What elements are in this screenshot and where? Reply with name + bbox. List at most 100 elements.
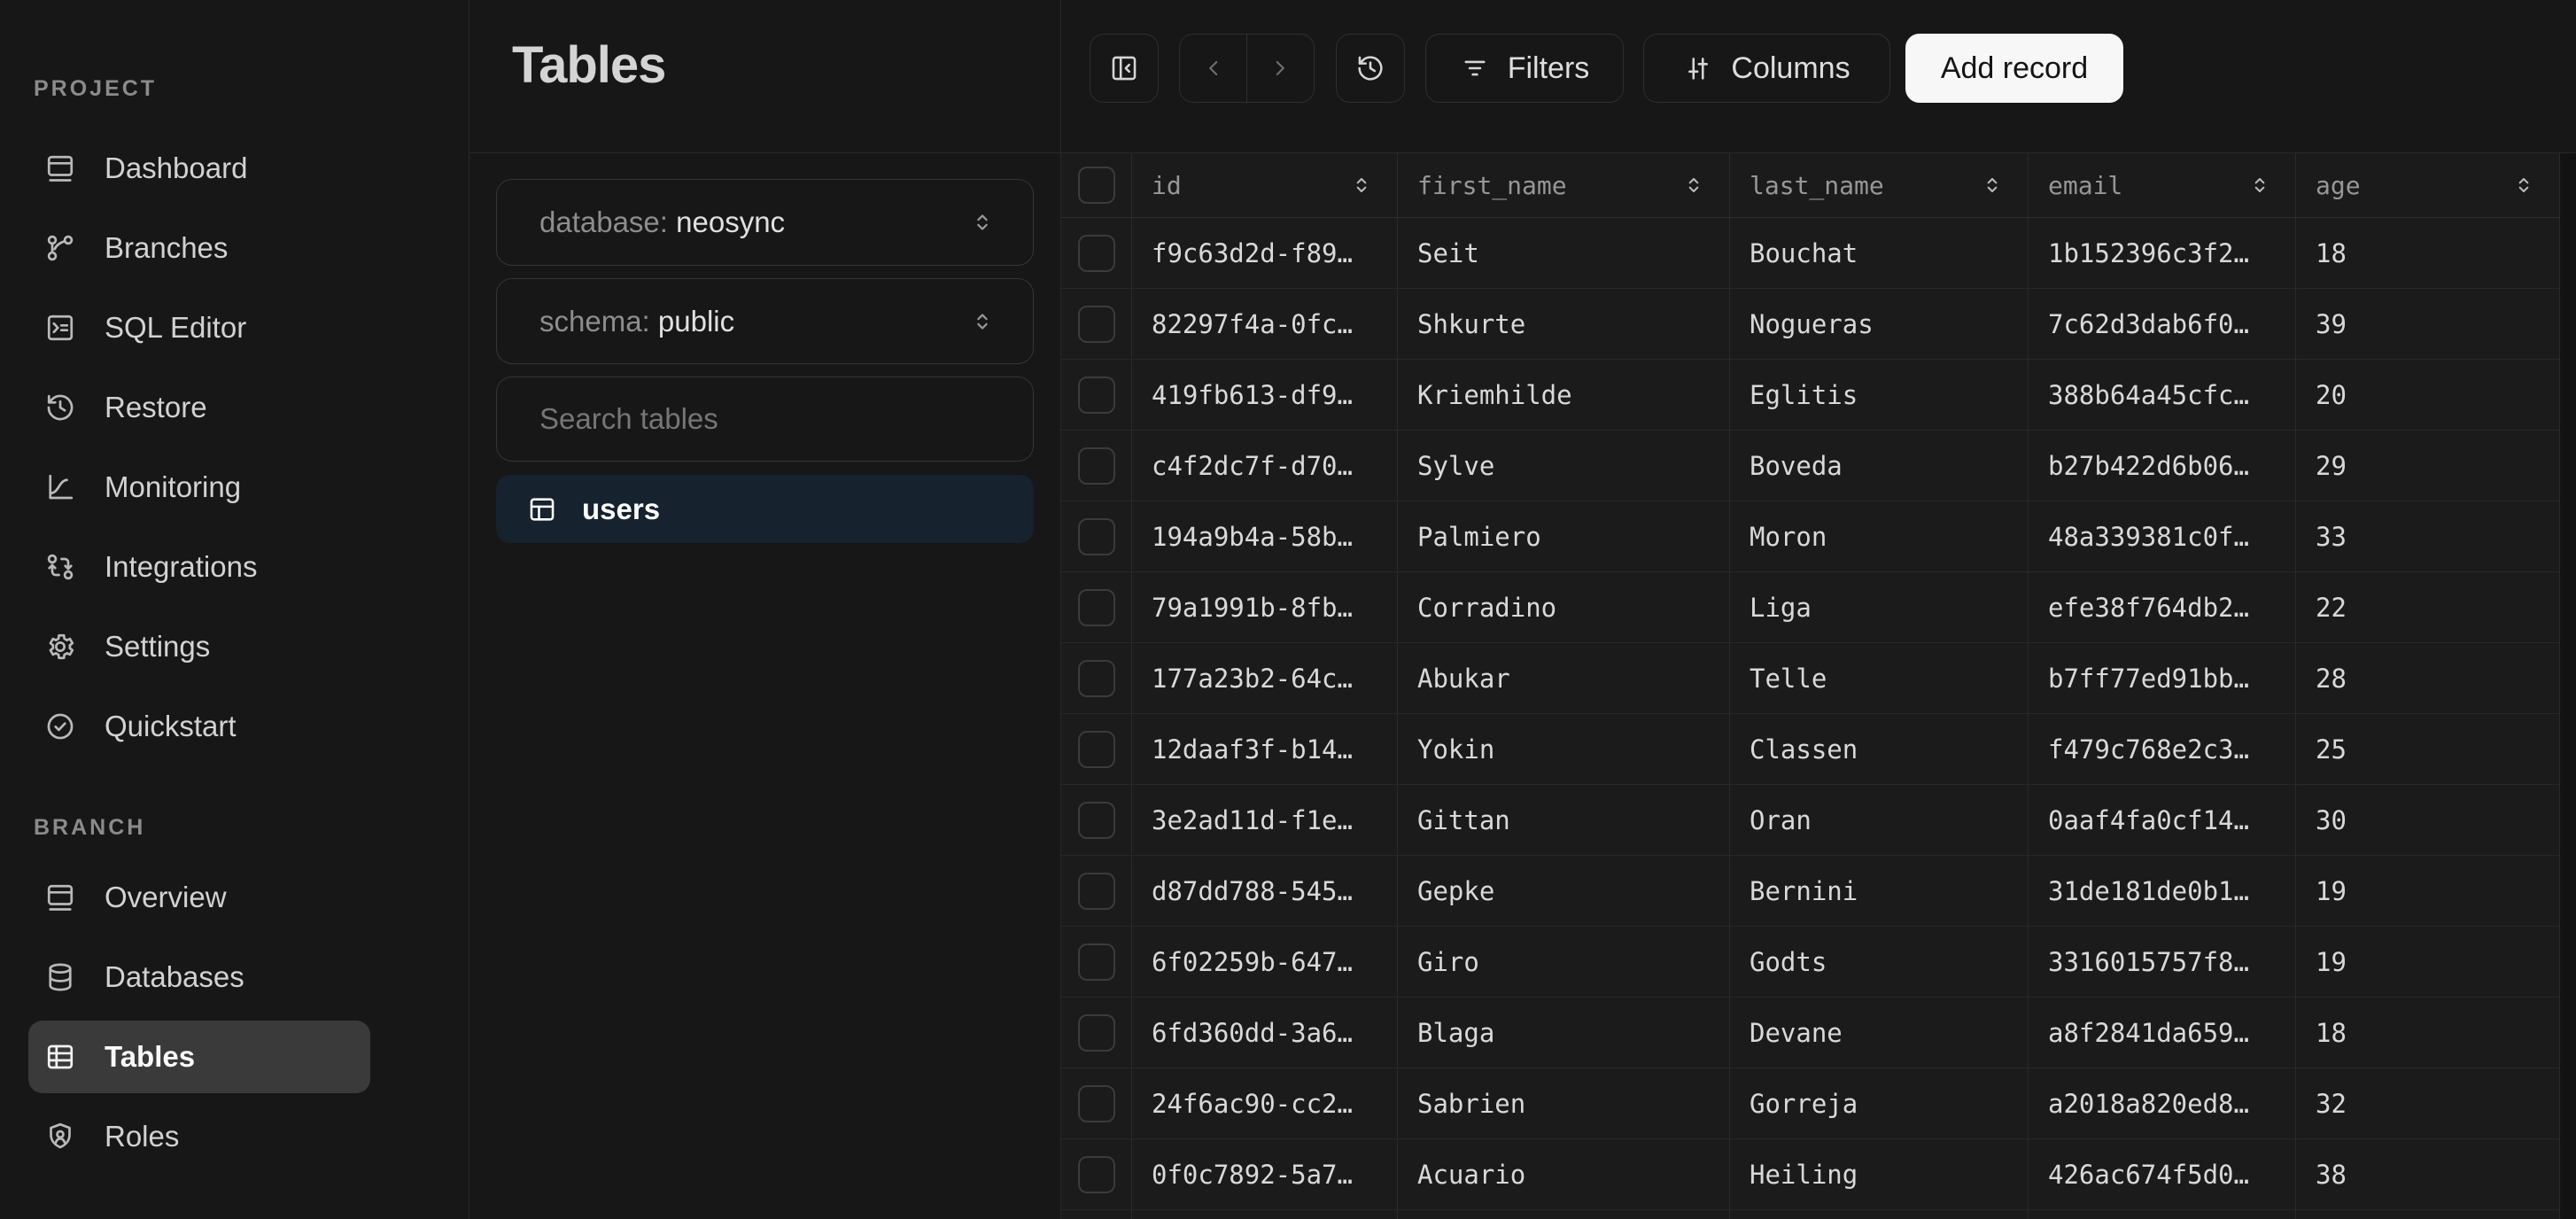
row-checkbox[interactable] (1078, 802, 1115, 839)
cell-last_name[interactable]: Godts (1730, 927, 2029, 998)
cell-last_name[interactable]: Boveda (1730, 431, 2029, 501)
sidebar-item-integrations[interactable]: Integrations (0, 527, 469, 607)
row-checkbox[interactable] (1078, 660, 1115, 697)
sidebar-item-quickstart[interactable]: Quickstart (0, 687, 469, 766)
sort-icon[interactable] (2247, 170, 2272, 200)
cell-email[interactable]: b27b422d6b06… (2029, 431, 2296, 501)
cell-last_name[interactable]: Devane (1730, 998, 2029, 1068)
sidebar-item-monitoring[interactable]: Monitoring (0, 447, 469, 527)
schema-select[interactable]: schema: public (496, 278, 1034, 364)
sidebar-item-overview[interactable]: Overview (0, 858, 469, 937)
history-button[interactable] (1336, 34, 1405, 103)
cell-age[interactable]: 18 (2296, 218, 2560, 289)
cell-id[interactable]: c4f2dc7f-d70… (1132, 431, 1398, 501)
cell-id[interactable] (1132, 1210, 1398, 1219)
cell-age[interactable]: 39 (2296, 289, 2560, 360)
cell-first_name[interactable]: Palmiero (1398, 501, 1730, 572)
sidebar-item-settings[interactable]: Settings (0, 607, 469, 687)
cell-email[interactable]: 3316015757f8… (2029, 927, 2296, 998)
cell-email[interactable]: a8f2841da659… (2029, 998, 2296, 1068)
sidebar-item-restore[interactable]: Restore (0, 368, 469, 447)
cell-last_name[interactable]: Telle (1730, 643, 2029, 714)
cell-age[interactable]: 25 (2296, 714, 2560, 785)
cell-first_name[interactable]: Shkurte (1398, 289, 1730, 360)
cell-age[interactable]: 38 (2296, 1139, 2560, 1210)
cell-email[interactable]: efe38f764db2… (2029, 572, 2296, 643)
sidebar-item-sql-editor[interactable]: SQL Editor (0, 288, 469, 368)
cell-id[interactable]: 24f6ac90-cc2… (1132, 1068, 1398, 1139)
cell-last_name[interactable]: Bernini (1730, 856, 2029, 927)
cell-age[interactable]: 32 (2296, 1068, 2560, 1139)
cell-id[interactable]: 82297f4a-0fc… (1132, 289, 1398, 360)
cell-age[interactable] (2296, 1210, 2560, 1219)
cell-first_name[interactable]: Abukar (1398, 643, 1730, 714)
cell-age[interactable]: 19 (2296, 856, 2560, 927)
sort-icon[interactable] (1681, 170, 1706, 200)
cell-age[interactable]: 20 (2296, 360, 2560, 431)
cell-age[interactable]: 30 (2296, 785, 2560, 856)
cell-first_name[interactable]: Kriemhilde (1398, 360, 1730, 431)
cell-first_name[interactable]: Seit (1398, 218, 1730, 289)
cell-last_name[interactable]: Moron (1730, 501, 2029, 572)
sidebar-item-dashboard[interactable]: Dashboard (0, 128, 469, 208)
cell-last_name[interactable]: Eglitis (1730, 360, 2029, 431)
cell-last_name[interactable]: Oran (1730, 785, 2029, 856)
row-checkbox[interactable] (1078, 306, 1115, 343)
columns-button[interactable]: Columns (1643, 34, 1890, 103)
cell-id[interactable]: 419fb613-df9… (1132, 360, 1398, 431)
cell-last_name[interactable]: Liga (1730, 572, 2029, 643)
cell-id[interactable]: 12daaf3f-b14… (1132, 714, 1398, 785)
cell-last_name[interactable]: Gorreja (1730, 1068, 2029, 1139)
cell-id[interactable]: 194a9b4a-58b… (1132, 501, 1398, 572)
column-header-email[interactable]: email (2029, 153, 2296, 218)
next-page-button[interactable] (1247, 35, 1314, 102)
sort-icon[interactable] (1349, 170, 1374, 200)
cell-id[interactable]: 177a23b2-64c… (1132, 643, 1398, 714)
cell-first_name[interactable]: Giro (1398, 927, 1730, 998)
cell-last_name[interactable]: Classen (1730, 714, 2029, 785)
cell-id[interactable]: 6f02259b-647… (1132, 927, 1398, 998)
cell-first_name[interactable]: Gittan (1398, 785, 1730, 856)
collapse-panel-button[interactable] (1090, 34, 1159, 103)
cell-id[interactable]: d87dd788-545… (1132, 856, 1398, 927)
cell-age[interactable]: 28 (2296, 643, 2560, 714)
sidebar-item-tables[interactable]: Tables (0, 1017, 469, 1097)
cell-email[interactable]: 388b64a45cfc… (2029, 360, 2296, 431)
column-header-id[interactable]: id (1132, 153, 1398, 218)
row-checkbox[interactable] (1078, 873, 1115, 910)
cell-id[interactable]: 0f0c7892-5a7… (1132, 1139, 1398, 1210)
row-checkbox[interactable] (1078, 1156, 1115, 1193)
column-header-age[interactable]: age (2296, 153, 2560, 218)
select-all-checkbox[interactable] (1078, 167, 1115, 204)
filters-button[interactable]: Filters (1425, 34, 1624, 103)
cell-first_name[interactable]: Sabrien (1398, 1068, 1730, 1139)
cell-first_name[interactable]: Yokin (1398, 714, 1730, 785)
cell-first_name[interactable]: Sylve (1398, 431, 1730, 501)
row-checkbox[interactable] (1078, 731, 1115, 768)
row-checkbox[interactable] (1078, 589, 1115, 626)
column-header-first_name[interactable]: first_name (1398, 153, 1730, 218)
cell-email[interactable]: 31de181de0b1… (2029, 856, 2296, 927)
cell-last_name[interactable]: Heiling (1730, 1139, 2029, 1210)
cell-email[interactable]: 7c62d3dab6f0… (2029, 289, 2296, 360)
cell-email[interactable]: 0aaf4fa0cf14… (2029, 785, 2296, 856)
cell-first_name[interactable]: Blaga (1398, 998, 1730, 1068)
add-record-button[interactable]: Add record (1905, 34, 2123, 103)
cell-first_name[interactable] (1398, 1210, 1730, 1219)
cell-first_name[interactable]: Corradino (1398, 572, 1730, 643)
sidebar-item-roles[interactable]: Roles (0, 1097, 469, 1176)
cell-email[interactable]: 48a339381c0f… (2029, 501, 2296, 572)
row-checkbox[interactable] (1078, 1014, 1115, 1052)
row-checkbox[interactable] (1078, 943, 1115, 981)
cell-email[interactable] (2029, 1210, 2296, 1219)
cell-email[interactable]: f479c768e2c3… (2029, 714, 2296, 785)
row-checkbox[interactable] (1078, 1085, 1115, 1122)
sidebar-item-databases[interactable]: Databases (0, 937, 469, 1017)
cell-last_name[interactable]: Bouchat (1730, 218, 2029, 289)
row-checkbox[interactable] (1078, 377, 1115, 414)
sort-icon[interactable] (1980, 170, 2005, 200)
cell-age[interactable]: 22 (2296, 572, 2560, 643)
cell-age[interactable]: 33 (2296, 501, 2560, 572)
search-tables-input[interactable]: Search tables (496, 377, 1034, 462)
sidebar-item-branches[interactable]: Branches (0, 208, 469, 288)
